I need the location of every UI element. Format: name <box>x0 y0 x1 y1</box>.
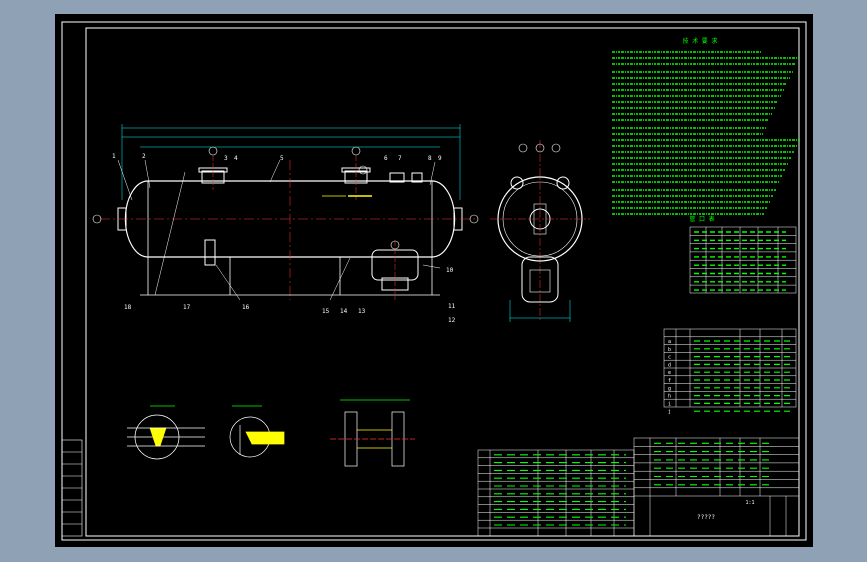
part-label-7: 7 <box>398 155 402 162</box>
part-label-5: 5 <box>280 155 284 162</box>
nozzle-mark: j <box>668 409 671 415</box>
nozzle-mark: i <box>668 401 671 407</box>
nozzle-mark: h <box>668 394 671 400</box>
drawing-title: ????? <box>697 514 715 521</box>
nozzle-table-title: 管 口 表 <box>689 215 714 223</box>
cad-drawing-sheet: 1 2 3 4 5 6 7 8 9 10 11 12 13 14 15 16 1… <box>55 14 813 547</box>
part-label-9: 9 <box>438 155 442 162</box>
part-label-1: 1 <box>112 153 116 160</box>
part-label-3: 3 <box>224 155 228 162</box>
part-label-13: 13 <box>358 308 366 315</box>
scale-text: 1:1 <box>745 500 754 506</box>
part-label-15: 15 <box>322 308 330 315</box>
nozzle-mark: a <box>668 339 671 345</box>
nozzle-mark: e <box>668 370 671 376</box>
part-label-2: 2 <box>142 153 146 160</box>
part-label-17: 17 <box>183 304 191 311</box>
nozzle-mark: g <box>668 386 671 392</box>
drawing-background <box>55 14 813 547</box>
part-label-8: 8 <box>428 155 432 162</box>
nozzle-mark: b <box>668 347 671 353</box>
nozzle-mark: f <box>668 378 671 384</box>
part-label-4: 4 <box>234 155 238 162</box>
part-label-11: 11 <box>448 303 456 310</box>
nozzle-mark: d <box>668 362 671 368</box>
nozzle-mark: c <box>668 355 671 361</box>
notes-title: 技 术 要 求 <box>683 37 718 45</box>
part-label-6: 6 <box>384 155 388 162</box>
part-label-16: 16 <box>242 304 250 311</box>
part-label-12: 12 <box>448 317 456 324</box>
part-label-10: 10 <box>446 267 454 274</box>
part-label-14: 14 <box>340 308 348 315</box>
part-label-18: 18 <box>124 304 132 311</box>
